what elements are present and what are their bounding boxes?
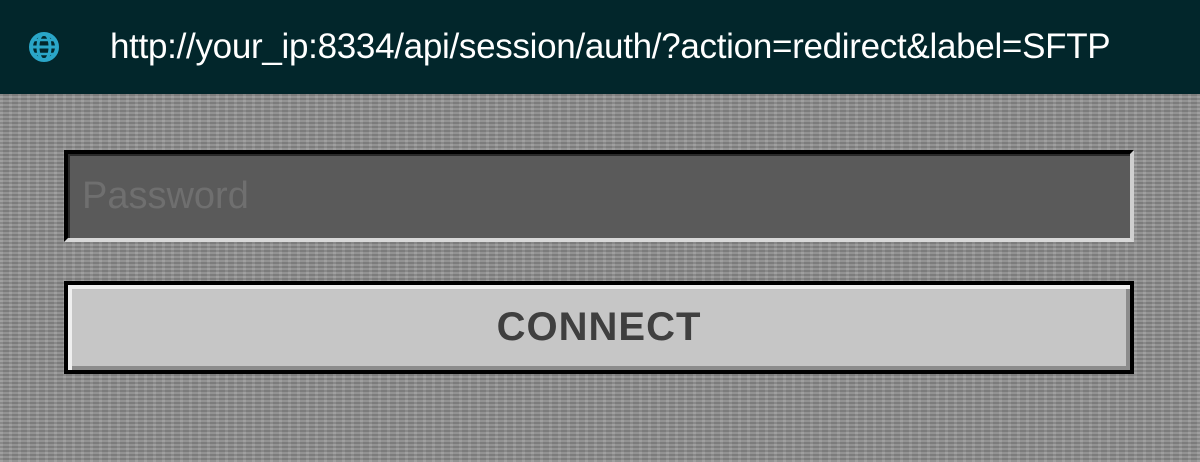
connect-button[interactable]: CONNECT bbox=[64, 281, 1134, 374]
url-text[interactable]: http://your_ip:8334/api/session/auth/?ac… bbox=[110, 24, 1111, 70]
password-input[interactable] bbox=[64, 150, 1134, 242]
address-bar: http://your_ip:8334/api/session/auth/?ac… bbox=[0, 0, 1200, 94]
globe-icon bbox=[27, 30, 61, 64]
